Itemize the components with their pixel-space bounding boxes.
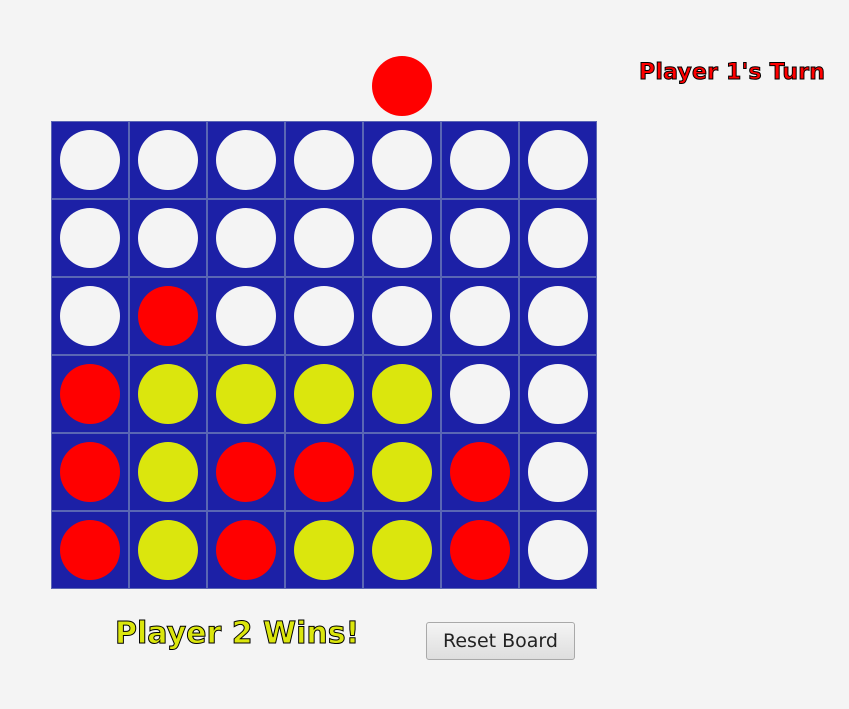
board-cell-r4-c7[interactable] [519, 355, 597, 433]
board-cell-r1-c1[interactable] [51, 121, 129, 199]
board-cell-r3-c7[interactable] [519, 277, 597, 355]
board-cell-r2-c7[interactable] [519, 199, 597, 277]
empty-slot [528, 286, 588, 346]
board-cell-r3-c6[interactable] [441, 277, 519, 355]
reset-board-button[interactable]: Reset Board [426, 622, 575, 660]
board-cell-r1-c4[interactable] [285, 121, 363, 199]
empty-slot [372, 286, 432, 346]
board-cell-r3-c4[interactable] [285, 277, 363, 355]
empty-slot [528, 364, 588, 424]
board-cell-r5-c5[interactable] [363, 433, 441, 511]
empty-slot [138, 208, 198, 268]
empty-slot [528, 208, 588, 268]
empty-slot [138, 130, 198, 190]
game-board [51, 121, 597, 589]
empty-slot [528, 520, 588, 580]
hover-piece [372, 56, 432, 116]
empty-slot [60, 130, 120, 190]
board-cell-r4-c6[interactable] [441, 355, 519, 433]
empty-slot [60, 208, 120, 268]
board-cell-r1-c2[interactable] [129, 121, 207, 199]
turn-indicator: Player 1's Turn [638, 60, 826, 86]
empty-slot [450, 364, 510, 424]
yellow-disc [138, 442, 198, 502]
yellow-disc [372, 442, 432, 502]
win-message: Player 2 Wins! [114, 616, 360, 652]
yellow-disc [216, 364, 276, 424]
board-cell-r3-c2[interactable] [129, 277, 207, 355]
yellow-disc [138, 364, 198, 424]
board-cell-r2-c3[interactable] [207, 199, 285, 277]
board-cell-r4-c2[interactable] [129, 355, 207, 433]
empty-slot [450, 130, 510, 190]
empty-slot [294, 130, 354, 190]
empty-slot [528, 130, 588, 190]
board-cell-r2-c4[interactable] [285, 199, 363, 277]
yellow-disc [372, 364, 432, 424]
board-cell-r1-c6[interactable] [441, 121, 519, 199]
board-cell-r5-c7[interactable] [519, 433, 597, 511]
board-cell-r6-c3[interactable] [207, 511, 285, 589]
red-disc [216, 520, 276, 580]
board-cell-r6-c1[interactable] [51, 511, 129, 589]
empty-slot [60, 286, 120, 346]
board-cell-r5-c2[interactable] [129, 433, 207, 511]
yellow-disc [372, 520, 432, 580]
red-disc [216, 442, 276, 502]
board-cell-r1-c3[interactable] [207, 121, 285, 199]
board-cell-r5-c6[interactable] [441, 433, 519, 511]
board-cell-r4-c1[interactable] [51, 355, 129, 433]
board-cell-r2-c1[interactable] [51, 199, 129, 277]
empty-slot [216, 208, 276, 268]
red-disc [60, 442, 120, 502]
board-cell-r3-c3[interactable] [207, 277, 285, 355]
board-cell-r2-c5[interactable] [363, 199, 441, 277]
yellow-disc [294, 364, 354, 424]
board-cell-r5-c1[interactable] [51, 433, 129, 511]
board-cell-r2-c6[interactable] [441, 199, 519, 277]
board-cell-r4-c4[interactable] [285, 355, 363, 433]
empty-slot [294, 208, 354, 268]
empty-slot [528, 442, 588, 502]
board-cell-r2-c2[interactable] [129, 199, 207, 277]
board-cell-r4-c5[interactable] [363, 355, 441, 433]
board-cell-r6-c6[interactable] [441, 511, 519, 589]
empty-slot [450, 286, 510, 346]
board-cell-r1-c7[interactable] [519, 121, 597, 199]
red-disc [294, 442, 354, 502]
empty-slot [216, 286, 276, 346]
empty-slot [372, 130, 432, 190]
empty-slot [216, 130, 276, 190]
board-cell-r5-c4[interactable] [285, 433, 363, 511]
board-cell-r6-c7[interactable] [519, 511, 597, 589]
red-disc [60, 520, 120, 580]
empty-slot [294, 286, 354, 346]
yellow-disc [294, 520, 354, 580]
red-disc [450, 520, 510, 580]
board-cell-r3-c1[interactable] [51, 277, 129, 355]
red-disc [60, 364, 120, 424]
board-cell-r1-c5[interactable] [363, 121, 441, 199]
board-cell-r6-c2[interactable] [129, 511, 207, 589]
board-cell-r4-c3[interactable] [207, 355, 285, 433]
board-cell-r5-c3[interactable] [207, 433, 285, 511]
red-disc [138, 286, 198, 346]
yellow-disc [138, 520, 198, 580]
empty-slot [372, 208, 432, 268]
board-cell-r6-c4[interactable] [285, 511, 363, 589]
red-disc [450, 442, 510, 502]
board-cell-r6-c5[interactable] [363, 511, 441, 589]
board-cell-r3-c5[interactable] [363, 277, 441, 355]
empty-slot [450, 208, 510, 268]
